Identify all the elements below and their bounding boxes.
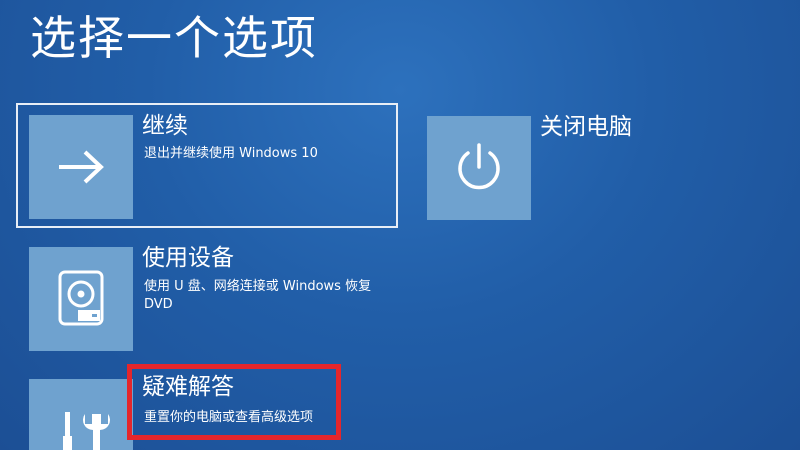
power-icon: [458, 143, 500, 190]
use-device-description: 使用 U 盘、网络连接或 Windows 恢复 DVD: [144, 279, 372, 312]
shutdown-tile[interactable]: [427, 116, 531, 220]
shutdown-option[interactable]: 关闭电脑: [427, 112, 667, 222]
arrow-right-icon: [59, 150, 104, 184]
continue-option[interactable]: 继续 退出并继续使用 Windows 10: [16, 103, 398, 228]
continue-title: 继续: [142, 113, 188, 139]
tools-icon: [63, 412, 110, 450]
page-title: 选择一个选项: [30, 11, 318, 65]
highlight-box: [127, 364, 341, 440]
disc-drive-icon: [58, 270, 104, 326]
troubleshoot-tile[interactable]: [29, 379, 133, 450]
continue-description: 退出并继续使用 Windows 10: [144, 146, 318, 161]
continue-tile[interactable]: [29, 115, 133, 219]
use-device-option[interactable]: 使用设备 使用 U 盘、网络连接或 Windows 恢复 DVD: [18, 243, 398, 355]
shutdown-title: 关闭电脑: [540, 114, 632, 140]
use-device-tile[interactable]: [29, 247, 133, 351]
use-device-title: 使用设备: [142, 245, 234, 271]
